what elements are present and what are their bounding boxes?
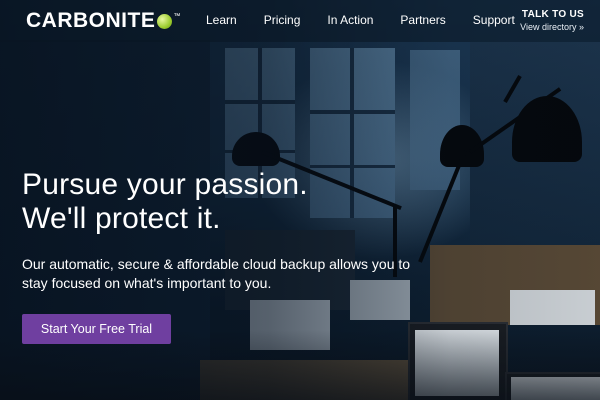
main-nav: Learn Pricing In Action Partners Support (206, 12, 542, 28)
headline-line-1: Pursue your passion. (22, 168, 308, 201)
nav-pricing[interactable]: Pricing (264, 12, 301, 28)
nav-partners[interactable]: Partners (400, 12, 445, 28)
logo-dot-icon (157, 14, 173, 29)
talk-to-us: TALK TO US View directory » (520, 9, 584, 33)
top-navigation-bar: CARBONITE ™ Learn Pricing In Action Part… (0, 0, 600, 42)
start-free-trial-button[interactable]: Start Your Free Trial (22, 314, 171, 344)
nav-in-action[interactable]: In Action (327, 12, 373, 28)
hero-headline: Pursue your passion. We'll protect it. (22, 168, 308, 236)
hero-page: CARBONITE ™ Learn Pricing In Action Part… (0, 0, 600, 400)
hero-subtext: Our automatic, secure & affordable cloud… (22, 256, 411, 291)
logo-trademark: ™ (173, 12, 181, 20)
headline-line-2: We'll protect it. (22, 202, 221, 235)
logo-wordmark: CARBONITE (26, 9, 156, 32)
carbonite-logo[interactable]: CARBONITE ™ (26, 9, 181, 33)
nav-support[interactable]: Support (473, 12, 515, 28)
view-directory-link[interactable]: View directory » (520, 21, 584, 33)
talk-to-us-title: TALK TO US (521, 9, 584, 20)
nav-learn[interactable]: Learn (206, 12, 237, 28)
